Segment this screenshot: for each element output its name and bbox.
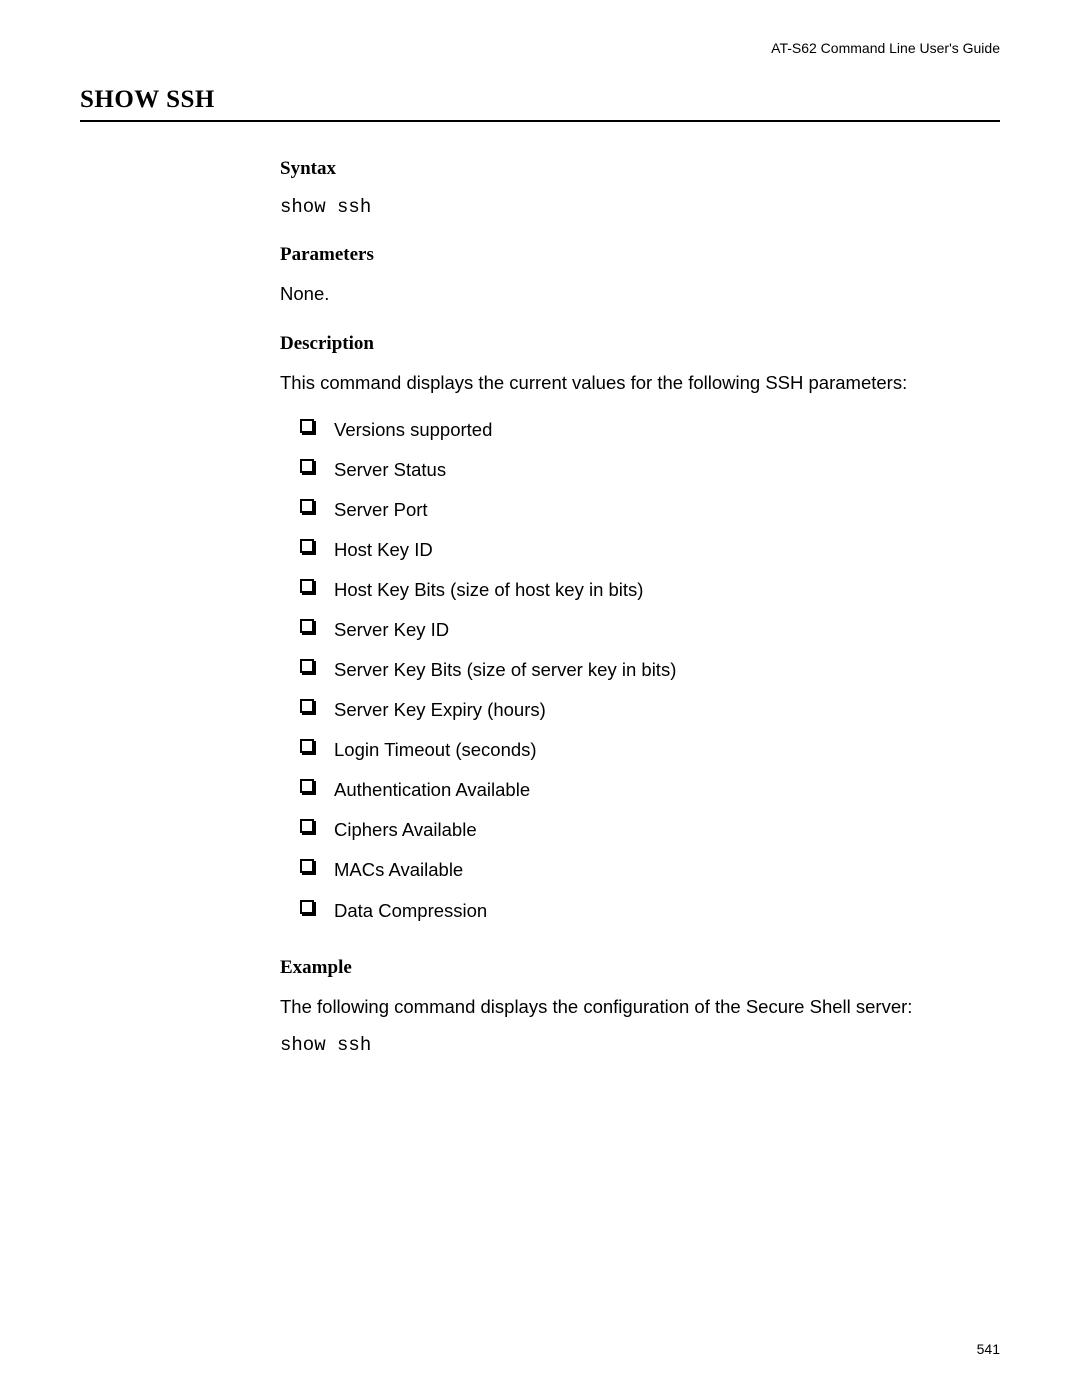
list-item: Server Key Bits (size of server key in b… xyxy=(300,650,980,690)
list-item-label: Server Status xyxy=(334,459,446,480)
list-item: Server Key ID xyxy=(300,610,980,650)
list-item: Ciphers Available xyxy=(300,810,980,850)
list-item-label: MACs Available xyxy=(334,859,463,880)
description-intro: This command displays the current values… xyxy=(280,371,980,396)
square-bullet-icon xyxy=(300,900,314,914)
list-item-label: Authentication Available xyxy=(334,779,530,800)
list-item: Host Key ID xyxy=(300,530,980,570)
square-bullet-icon xyxy=(300,859,314,873)
content-area: Syntax show ssh Parameters None. Descrip… xyxy=(280,158,980,1056)
list-item-label: Ciphers Available xyxy=(334,819,477,840)
square-bullet-icon xyxy=(300,779,314,793)
list-item-label: Versions supported xyxy=(334,419,492,440)
list-item: Host Key Bits (size of host key in bits) xyxy=(300,570,980,610)
description-heading: Description xyxy=(280,333,980,355)
list-item: Authentication Available xyxy=(300,770,980,810)
page-header: AT-S62 Command Line User's Guide xyxy=(80,40,1000,86)
list-item: MACs Available xyxy=(300,850,980,890)
square-bullet-icon xyxy=(300,819,314,833)
parameters-text: None. xyxy=(280,282,980,307)
list-item: Server Port xyxy=(300,490,980,530)
square-bullet-icon xyxy=(300,579,314,593)
parameters-heading: Parameters xyxy=(280,244,980,266)
page-container: AT-S62 Command Line User's Guide SHOW SS… xyxy=(0,0,1080,1397)
list-item: Data Compression xyxy=(300,891,980,931)
guide-title: AT-S62 Command Line User's Guide xyxy=(771,40,1000,56)
square-bullet-icon xyxy=(300,619,314,633)
syntax-command: show ssh xyxy=(280,196,980,218)
description-list: Versions supported Server Status Server … xyxy=(300,410,980,931)
example-heading: Example xyxy=(280,957,980,979)
list-item-label: Server Key Expiry (hours) xyxy=(334,699,546,720)
command-title: SHOW SSH xyxy=(80,86,1000,122)
square-bullet-icon xyxy=(300,539,314,553)
example-command: show ssh xyxy=(280,1034,980,1056)
square-bullet-icon xyxy=(300,419,314,433)
list-item: Login Timeout (seconds) xyxy=(300,730,980,770)
page-number: 541 xyxy=(977,1341,1000,1357)
list-item: Server Status xyxy=(300,450,980,490)
square-bullet-icon xyxy=(300,699,314,713)
list-item-label: Host Key Bits (size of host key in bits) xyxy=(334,579,643,600)
list-item: Versions supported xyxy=(300,410,980,450)
list-item-label: Server Key Bits (size of server key in b… xyxy=(334,659,676,680)
list-item: Server Key Expiry (hours) xyxy=(300,690,980,730)
syntax-heading: Syntax xyxy=(280,158,980,180)
list-item-label: Data Compression xyxy=(334,900,487,921)
square-bullet-icon xyxy=(300,659,314,673)
list-item-label: Host Key ID xyxy=(334,539,433,560)
example-text: The following command displays the confi… xyxy=(280,995,980,1020)
square-bullet-icon xyxy=(300,459,314,473)
square-bullet-icon xyxy=(300,499,314,513)
list-item-label: Login Timeout (seconds) xyxy=(334,739,537,760)
list-item-label: Server Port xyxy=(334,499,428,520)
list-item-label: Server Key ID xyxy=(334,619,449,640)
square-bullet-icon xyxy=(300,739,314,753)
